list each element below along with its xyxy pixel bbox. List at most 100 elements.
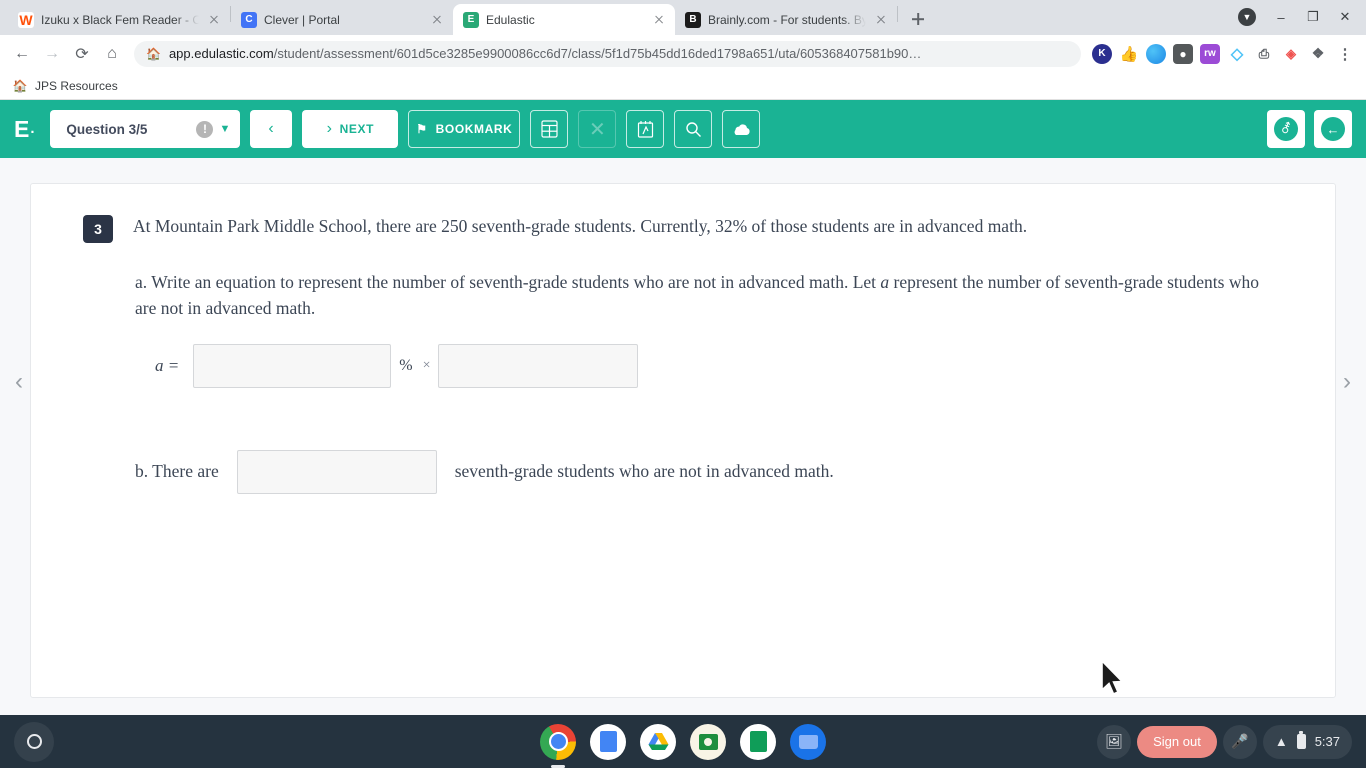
folder-site-icon: 🏠 bbox=[12, 78, 28, 93]
calculator-icon[interactable] bbox=[530, 110, 569, 148]
tab-close-icon[interactable] bbox=[873, 12, 889, 28]
chrome-app-icon[interactable] bbox=[540, 723, 576, 768]
tab-title: Izuku x Black Fem Reader - Chap bbox=[41, 12, 199, 27]
bookmark-label: BOOKMARK bbox=[435, 122, 513, 136]
shelf-app-icons bbox=[540, 723, 826, 768]
video-extension-icon[interactable]: ◈ bbox=[1281, 44, 1301, 64]
part-a-variable: a bbox=[880, 272, 890, 292]
question-selector[interactable]: Question 3/5 ! ▼ bbox=[50, 110, 241, 148]
prev-item-arrow[interactable]: ‹ bbox=[6, 368, 32, 396]
address-bar[interactable]: 🏠 app.edulastic.com/student/assessment/6… bbox=[134, 40, 1081, 67]
tab-strip: W Izuku x Black Fem Reader - Chap C Clev… bbox=[0, 0, 1366, 35]
accessibility-button[interactable]: ⚦ bbox=[1267, 110, 1305, 148]
new-tab-button[interactable] bbox=[904, 5, 932, 33]
scratchpad-icon[interactable] bbox=[626, 110, 665, 148]
profile-avatar[interactable]: ▼ bbox=[1238, 8, 1256, 26]
edulastic-icon: E bbox=[463, 11, 479, 28]
kami-extension-icon[interactable]: K bbox=[1092, 43, 1112, 64]
window-controls: ▼ – ❐ ✕ bbox=[1238, 4, 1360, 30]
tab-divider bbox=[897, 6, 898, 22]
readwrite-extension-icon[interactable]: rw bbox=[1200, 43, 1220, 64]
close-window-button[interactable]: ✕ bbox=[1330, 4, 1360, 30]
part-a-text: a. Write an equation to represent the nu… bbox=[135, 269, 1283, 322]
next-label: NEXT bbox=[339, 122, 375, 136]
browser-tab[interactable]: W Izuku x Black Fem Reader - Chap bbox=[8, 4, 230, 35]
google-drive-app-icon[interactable] bbox=[640, 723, 676, 760]
chevron-down-icon[interactable]: ▼ bbox=[219, 123, 230, 135]
mouse-cursor bbox=[1101, 660, 1124, 696]
back-icon[interactable]: ← bbox=[8, 40, 36, 68]
chrome-menu-icon[interactable]: ⋮ bbox=[1335, 44, 1355, 64]
tab-title: Edulastic bbox=[486, 12, 535, 27]
clever-icon: C bbox=[241, 11, 257, 28]
status-tray[interactable]: ▲ 5:37 bbox=[1262, 724, 1352, 759]
wattpad-icon: W bbox=[18, 11, 34, 28]
part-a-input-2[interactable] bbox=[438, 343, 639, 388]
bookmark-item[interactable]: JPS Resources bbox=[35, 79, 118, 93]
exit-test-button[interactable]: ← bbox=[1314, 110, 1352, 148]
files-app-icon[interactable] bbox=[790, 723, 826, 760]
bookmark-button[interactable]: ⚑ BOOKMARK bbox=[408, 110, 521, 148]
magnify-icon[interactable] bbox=[674, 110, 713, 148]
sign-out-button[interactable]: Sign out bbox=[1137, 725, 1217, 758]
home-icon[interactable]: ⌂ bbox=[98, 40, 126, 68]
next-question-button[interactable]: › NEXT bbox=[302, 110, 399, 148]
bookmarks-bar: 🏠 JPS Resources bbox=[0, 72, 1366, 100]
part-b-label: b. There are bbox=[135, 461, 219, 481]
strikethrough-icon[interactable]: ✕ bbox=[578, 110, 617, 148]
part-b-input[interactable] bbox=[236, 449, 437, 494]
site-info-icon[interactable]: 🏠 bbox=[146, 47, 161, 61]
read-aloud-extension-icon[interactable]: ● bbox=[1173, 43, 1193, 64]
print-extension-icon[interactable]: ⎙ bbox=[1254, 44, 1274, 64]
launcher-icon[interactable] bbox=[14, 721, 54, 762]
browser-window: W Izuku x Black Fem Reader - Chap C Clev… bbox=[0, 0, 1366, 715]
part-a-text-before: a. Write an equation to represent the nu… bbox=[135, 272, 881, 292]
part-b-trailing-text: seventh-grade students who are not in ad… bbox=[454, 461, 834, 481]
browser-tab[interactable]: B Brainly.com - For students. By st bbox=[675, 4, 897, 35]
url-text: app.edulastic.com/student/assessment/601… bbox=[169, 46, 921, 61]
warning-icon: ! bbox=[196, 120, 214, 138]
accessibility-icon: ⚦ bbox=[1274, 117, 1298, 141]
screen-capture-icon[interactable]: 🖼 bbox=[1097, 724, 1132, 759]
google-docs-app-icon[interactable] bbox=[590, 723, 626, 760]
tab-title: Clever | Portal bbox=[264, 12, 340, 27]
reload-icon[interactable]: ⟳ bbox=[68, 40, 96, 68]
equation-lhs: a = bbox=[155, 355, 180, 375]
google-sheets-app-icon[interactable] bbox=[740, 723, 776, 760]
browser-tab[interactable]: C Clever | Portal bbox=[231, 4, 453, 35]
tab-close-icon[interactable] bbox=[429, 12, 445, 28]
tab-close-icon[interactable] bbox=[651, 12, 667, 28]
forward-icon[interactable]: → bbox=[38, 40, 66, 68]
google-classroom-app-icon[interactable] bbox=[690, 723, 726, 760]
url-path: /student/assessment/601d5ce3285e9900086c… bbox=[273, 46, 922, 61]
puzzle-extensions-icon[interactable]: ❖ bbox=[1308, 44, 1328, 64]
question-content-area: ‹ › 3 At Mountain Park Middle School, th… bbox=[0, 158, 1366, 715]
previous-question-button[interactable]: ‹ bbox=[250, 110, 293, 148]
chevron-right-icon: › bbox=[326, 120, 333, 137]
microphone-icon[interactable]: 🎤 bbox=[1222, 724, 1257, 759]
cloud-upload-icon[interactable] bbox=[722, 110, 761, 148]
part-a-input-1[interactable] bbox=[193, 343, 392, 388]
question-selector-label: Question 3/5 bbox=[66, 121, 148, 137]
question-stem-row: 3 At Mountain Park Middle School, there … bbox=[83, 214, 1283, 243]
diamond-extension-icon[interactable]: ◇ bbox=[1227, 44, 1247, 64]
brainly-icon: B bbox=[685, 11, 701, 28]
tab-close-icon[interactable] bbox=[206, 12, 222, 28]
screencastify-extension-icon[interactable] bbox=[1146, 43, 1166, 64]
browser-toolbar: ← → ⟳ ⌂ 🏠 app.edulastic.com/student/asse… bbox=[0, 35, 1366, 72]
maximize-button[interactable]: ❐ bbox=[1298, 4, 1328, 30]
bookmark-icon: ⚑ bbox=[416, 122, 428, 136]
question-stem: At Mountain Park Middle School, there ar… bbox=[133, 216, 1028, 236]
equation-operators: % × bbox=[391, 357, 438, 375]
system-tray: 🖼 Sign out 🎤 ▲ 5:37 bbox=[1097, 724, 1358, 759]
thumbs-up-extension-icon[interactable]: 👍 bbox=[1119, 44, 1139, 64]
next-item-arrow[interactable]: › bbox=[1334, 368, 1360, 396]
edulastic-app: E· Question 3/5 ! ▼ ‹ › NEXT ⚑ BOOKMARK bbox=[0, 100, 1366, 715]
wifi-icon: ▲ bbox=[1274, 734, 1288, 749]
minimize-button[interactable]: – bbox=[1266, 4, 1296, 30]
header-right-tools: ⚦ ← bbox=[1267, 110, 1352, 148]
clock-time: 5:37 bbox=[1314, 734, 1340, 749]
question-card: 3 At Mountain Park Middle School, there … bbox=[30, 183, 1336, 698]
question-number-badge: 3 bbox=[83, 215, 113, 243]
browser-tab-active[interactable]: E Edulastic bbox=[453, 4, 675, 35]
